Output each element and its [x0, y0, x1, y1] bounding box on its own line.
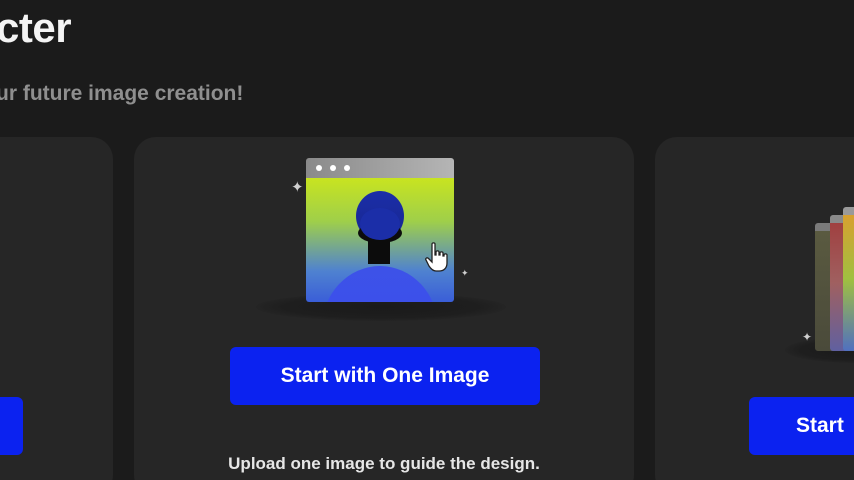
page-subtitle: ur future image creation!: [0, 82, 244, 105]
one-image-description: Upload one image to guide the design.: [228, 454, 540, 473]
window-title-bar: [306, 158, 454, 178]
page: cter ur future image creation! ✦ ✦ Start…: [0, 0, 854, 480]
card-one-image: ✦ ✦ Start with One Image Upload one imag…: [134, 137, 634, 480]
card-left: [0, 137, 113, 480]
sparkle-icon: ✦: [461, 268, 469, 278]
person-silhouette-icon: [327, 191, 433, 302]
portrait-image: [306, 178, 454, 302]
sparkle-icon: ✦: [802, 330, 813, 344]
left-card-start-button[interactable]: [0, 397, 23, 455]
sparkle-icon: ✦: [291, 179, 304, 196]
one-image-illustration: ✦ ✦: [134, 137, 634, 337]
page-title: cter: [0, 4, 72, 51]
right-card-start-button[interactable]: Start: [749, 397, 854, 455]
card-right: ✦ Start: [655, 137, 854, 480]
portrait-window-icon: [306, 158, 454, 302]
hand-pointer-icon: [425, 242, 448, 272]
start-with-one-image-button[interactable]: Start with One Image: [230, 347, 540, 405]
